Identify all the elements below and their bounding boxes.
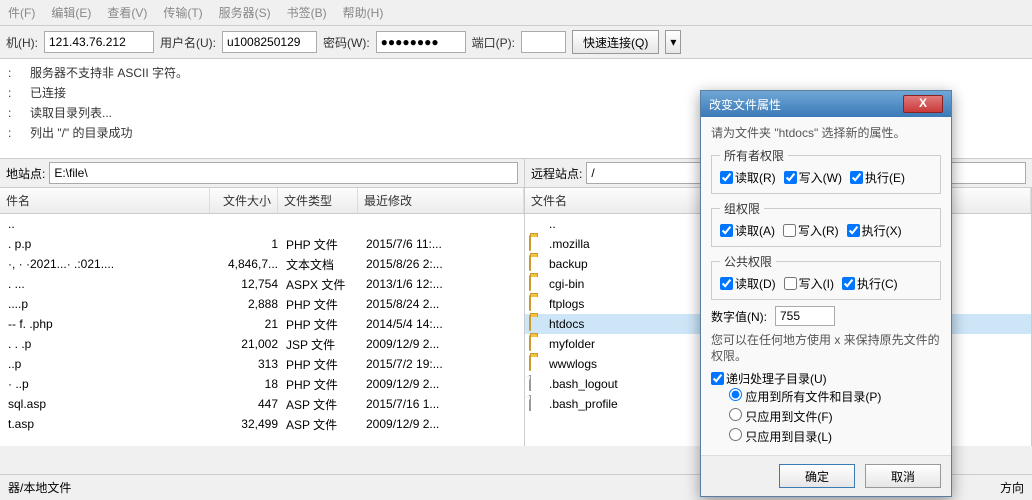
menubar: 件(F) 编辑(E) 查看(V) 传输(T) 服务器(S) 书签(B) 帮助(H) <box>0 0 1032 26</box>
local-file-pane: 件名 文件大小 文件类型 最近修改 ... p.p1PHP 文件2015/7/6… <box>0 188 525 446</box>
password-input[interactable] <box>376 31 466 53</box>
dialog-title: 改变文件属性 <box>709 96 781 113</box>
list-item[interactable]: myfolder <box>525 334 704 354</box>
group-legend: 组权限 <box>720 200 764 217</box>
apply-dirs-radio[interactable] <box>729 428 742 441</box>
menu-item[interactable]: 书签(B) <box>283 2 331 23</box>
list-item[interactable]: wwwlogs <box>525 354 704 374</box>
group-read-checkbox[interactable] <box>720 224 733 237</box>
menu-item[interactable]: 帮助(H) <box>339 2 388 23</box>
list-item[interactable]: .bash_logout <box>525 374 704 394</box>
menu-item[interactable]: 件(F) <box>4 2 39 23</box>
quick-connect-button[interactable]: 快速连接(Q) <box>572 30 659 54</box>
close-icon[interactable]: X <box>903 95 943 113</box>
folder-icon <box>529 315 531 331</box>
col-mtime[interactable]: 最近修改 <box>358 188 524 213</box>
owner-legend: 所有者权限 <box>720 147 788 164</box>
quick-connect-dropdown[interactable]: ▾ <box>665 30 681 54</box>
group-exec-checkbox[interactable] <box>847 224 860 237</box>
col-size[interactable]: 文件大小 <box>210 188 278 213</box>
recurse-checkbox[interactable] <box>711 372 724 385</box>
table-row[interactable]: ..p313PHP 文件2015/7/2 19:... <box>0 354 524 374</box>
file-attributes-dialog: 改变文件属性 X 请为文件夹 "htdocs" 选择新的属性。 所有者权限 读取… <box>700 90 952 497</box>
port-label: 端口(P): <box>472 34 515 51</box>
list-item[interactable]: .mozilla <box>525 234 704 254</box>
owner-write-checkbox[interactable] <box>784 171 797 184</box>
local-site-label: 地站点: <box>6 165 45 182</box>
public-read-checkbox[interactable] <box>720 277 733 290</box>
pass-label: 密码(W): <box>323 34 370 51</box>
user-label: 用户名(U): <box>160 34 216 51</box>
apply-all-radio[interactable] <box>729 388 742 401</box>
owner-read-checkbox[interactable] <box>720 171 733 184</box>
owner-exec-checkbox[interactable] <box>850 171 863 184</box>
col-remote-name[interactable]: 文件名 <box>525 188 704 213</box>
table-row[interactable]: . ...12,754ASPX 文件2013/1/6 12:... <box>0 274 524 294</box>
file-icon <box>529 395 531 411</box>
list-item[interactable]: cgi-bin <box>525 274 704 294</box>
connection-toolbar: 机(H): 用户名(U): 密码(W): 端口(P): 快速连接(Q) ▾ <box>0 26 1032 59</box>
local-path-input[interactable] <box>49 162 518 184</box>
folder-icon <box>529 255 531 271</box>
apply-files-radio[interactable] <box>729 408 742 421</box>
col-name[interactable]: 件名 <box>0 188 210 213</box>
table-row[interactable]: . p.p1PHP 文件2015/7/6 11:... <box>0 234 524 254</box>
remote-site-label: 远程站点: <box>531 165 582 182</box>
table-row[interactable]: ....p2,888PHP 文件2015/8/24 2... <box>0 294 524 314</box>
table-row[interactable]: -- f. .php21PHP 文件2014/5/4 14:... <box>0 314 524 334</box>
file-icon <box>529 375 531 391</box>
public-legend: 公共权限 <box>720 253 776 270</box>
host-input[interactable] <box>44 31 154 53</box>
status-right: 方向 <box>1000 479 1024 496</box>
folder-icon <box>529 235 531 251</box>
table-row[interactable]: t.asp32,499ASP 文件2009/12/9 2... <box>0 414 524 434</box>
cancel-button[interactable]: 取消 <box>865 464 941 488</box>
table-row[interactable]: sql.asp447ASP 文件2015/7/16 1... <box>0 394 524 414</box>
menu-item[interactable]: 服务器(S) <box>215 2 275 23</box>
public-exec-checkbox[interactable] <box>842 277 855 290</box>
list-item[interactable]: htdocs <box>525 314 704 334</box>
list-item[interactable]: backup <box>525 254 704 274</box>
folder-icon <box>529 355 531 371</box>
list-item[interactable]: ftplogs <box>525 294 704 314</box>
log-line: :服务器不支持非 ASCII 字符。 <box>8 63 1024 83</box>
numeric-value-input[interactable] <box>775 306 835 326</box>
folder-icon <box>529 335 531 351</box>
remote-file-pane: 文件名 ...mozillabackupcgi-binftplogshtdocs… <box>525 188 705 446</box>
status-left: 器/本地文件 <box>8 479 71 496</box>
list-item[interactable]: .bash_profile <box>525 394 704 414</box>
host-label: 机(H): <box>6 34 38 51</box>
ok-button[interactable]: 确定 <box>779 464 855 488</box>
table-row[interactable]: . . .p21,002JSP 文件2009/12/9 2... <box>0 334 524 354</box>
menu-item[interactable]: 传输(T) <box>159 2 206 23</box>
menu-item[interactable]: 查看(V) <box>103 2 151 23</box>
dialog-intro: 请为文件夹 "htdocs" 选择新的属性。 <box>711 125 941 141</box>
col-type[interactable]: 文件类型 <box>278 188 358 213</box>
folder-icon <box>529 295 531 311</box>
list-item[interactable]: .. <box>525 214 704 234</box>
wildcard-hint: 您可以在任何地方使用 x 来保持原先文件的权限。 <box>711 332 941 364</box>
table-row[interactable]: · ..p18PHP 文件2009/12/9 2... <box>0 374 524 394</box>
folder-icon <box>529 275 531 291</box>
group-write-checkbox[interactable] <box>783 224 796 237</box>
table-row[interactable]: ·, · ·2021...· .:021....4,846,7...文本文档20… <box>0 254 524 274</box>
numeric-label: 数字值(N): <box>711 308 767 325</box>
public-write-checkbox[interactable] <box>784 277 797 290</box>
table-row[interactable]: .. <box>0 214 524 234</box>
username-input[interactable] <box>222 31 317 53</box>
menu-item[interactable]: 编辑(E) <box>47 2 95 23</box>
port-input[interactable] <box>521 31 566 53</box>
